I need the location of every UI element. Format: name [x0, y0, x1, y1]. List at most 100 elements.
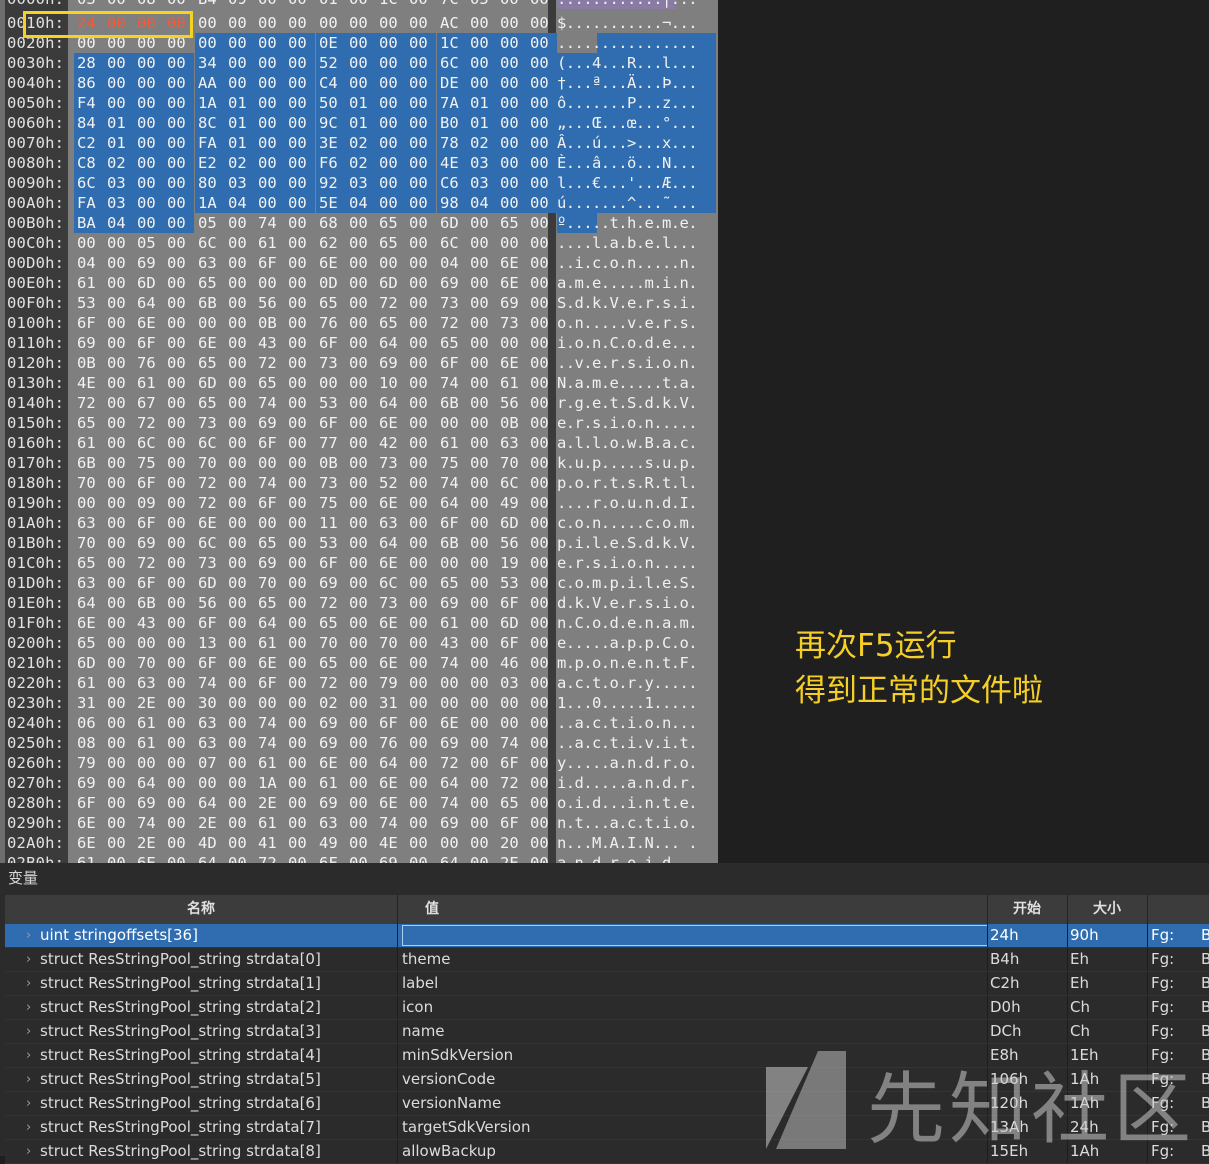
- hex-byte[interactable]: 00: [164, 833, 194, 853]
- hex-byte[interactable]: 00: [104, 273, 134, 293]
- hex-byte[interactable]: 69: [134, 253, 164, 273]
- hex-byte[interactable]: 00: [437, 693, 467, 713]
- hex-byte[interactable]: 6F: [255, 253, 285, 273]
- hex-byte[interactable]: 00: [406, 713, 436, 733]
- hex-byte[interactable]: 04: [104, 213, 134, 233]
- hex-byte[interactable]: 6F: [497, 813, 527, 833]
- hex-byte[interactable]: 61: [437, 613, 467, 633]
- hex-byte[interactable]: F4: [74, 93, 104, 113]
- hex-byte[interactable]: 00: [285, 813, 315, 833]
- hex-byte[interactable]: 00: [225, 53, 255, 73]
- hex-byte[interactable]: 00: [406, 73, 436, 93]
- hex-byte[interactable]: 68: [316, 213, 346, 233]
- hex-byte[interactable]: 00: [527, 353, 557, 373]
- hex-byte[interactable]: 6B: [437, 393, 467, 413]
- hex-byte[interactable]: 56: [195, 593, 225, 613]
- hex-byte[interactable]: 74: [134, 813, 164, 833]
- hex-byte[interactable]: 00: [406, 833, 436, 853]
- hex-byte[interactable]: 69: [255, 553, 285, 573]
- hex-byte[interactable]: 74: [255, 213, 285, 233]
- hex-byte[interactable]: 00: [104, 753, 134, 773]
- hex-byte[interactable]: 00: [346, 293, 376, 313]
- hex-byte[interactable]: 6E: [497, 353, 527, 373]
- hex-row-text[interactable]: º.....t.h.e.m.e.: [557, 213, 698, 233]
- hex-byte[interactable]: 00: [104, 313, 134, 333]
- hex-byte[interactable]: 00: [527, 313, 557, 333]
- hex-byte[interactable]: 00: [497, 333, 527, 353]
- hex-row-text[interactable]: n.C.o.d.e.n.a.m.: [557, 613, 698, 633]
- hex-byte[interactable]: 00: [497, 713, 527, 733]
- hex-byte[interactable]: 65: [316, 653, 346, 673]
- hex-byte[interactable]: 00: [346, 253, 376, 273]
- hex-row-text[interactable]: N.a.m.e.....t.a.: [557, 373, 698, 393]
- hex-row-text[interactable]: p.o.r.t.s.R.t.l.: [557, 473, 698, 493]
- hex-byte[interactable]: 6F: [195, 653, 225, 673]
- hex-byte[interactable]: 2E: [134, 833, 164, 853]
- hex-byte[interactable]: 72: [255, 853, 285, 863]
- hex-row[interactable]: 0120h: 0B 00 76 00 65 00 72 00 73 00 69 00 6F 00 6E 00..…: [0, 353, 718, 373]
- hex-byte[interactable]: 00: [527, 473, 557, 493]
- hex-byte[interactable]: 00: [467, 73, 497, 93]
- hex-byte[interactable]: B0: [437, 113, 467, 133]
- hex-byte[interactable]: 00: [406, 653, 436, 673]
- hex-byte[interactable]: 00: [467, 433, 497, 453]
- hex-byte[interactable]: 00: [164, 513, 194, 533]
- hex-byte[interactable]: 00: [467, 533, 497, 553]
- hex-byte[interactable]: 74: [497, 733, 527, 753]
- hex-byte[interactable]: 00: [255, 693, 285, 713]
- hex-byte[interactable]: 6C: [497, 473, 527, 493]
- hex-byte[interactable]: 11: [316, 513, 346, 533]
- hex-byte[interactable]: 00: [104, 713, 134, 733]
- hex-byte[interactable]: 00: [164, 233, 194, 253]
- hex-byte[interactable]: 00: [376, 253, 406, 273]
- hex-byte[interactable]: 00: [285, 673, 315, 693]
- hex-byte[interactable]: 00: [527, 433, 557, 453]
- hex-byte[interactable]: 6C: [437, 233, 467, 253]
- hex-byte[interactable]: 00: [406, 513, 436, 533]
- hex-byte[interactable]: 01: [104, 113, 134, 133]
- hex-byte[interactable]: 02: [225, 153, 255, 173]
- hex-byte[interactable]: 6F: [255, 493, 285, 513]
- hex-byte[interactable]: 00: [164, 553, 194, 573]
- hex-row[interactable]: 0220h: 61 00 63 00 74 00 6F 00 72 00 79 00 00 00 03 00 a.…: [0, 673, 718, 693]
- hex-row-text[interactable]: È...â...ö...N...: [557, 153, 698, 173]
- hex-byte[interactable]: 1C: [376, 0, 406, 9]
- hex-row[interactable]: 0080h: C8 02 00 00 E2 02 00 00 F6 02 00 00 4E 03 00 00 È.…: [0, 153, 718, 173]
- hex-byte[interactable]: 69: [376, 853, 406, 863]
- hex-byte[interactable]: 0D: [316, 273, 346, 293]
- hex-byte[interactable]: 00: [285, 233, 315, 253]
- variable-value[interactable]: allowBackup: [402, 1140, 982, 1163]
- hex-byte[interactable]: 00: [467, 333, 497, 353]
- hex-byte[interactable]: 00: [346, 353, 376, 373]
- hex-byte[interactable]: 01: [467, 93, 497, 113]
- hex-byte[interactable]: 13: [195, 633, 225, 653]
- hex-byte[interactable]: 00: [285, 113, 315, 133]
- hex-row[interactable]: 0100h: 6F 00 6E 00 00 00 0B 00 76 00 65 00 72 00 73 00 o.…: [0, 313, 718, 333]
- hex-byte[interactable]: 01: [225, 133, 255, 153]
- hex-byte[interactable]: 00: [406, 273, 436, 293]
- hex-byte[interactable]: BA: [74, 213, 104, 233]
- hex-byte[interactable]: 00: [527, 253, 557, 273]
- hex-byte[interactable]: 00: [376, 53, 406, 73]
- hex-byte[interactable]: 74: [437, 653, 467, 673]
- hex-byte[interactable]: 9C: [316, 113, 346, 133]
- hex-byte[interactable]: 70: [74, 473, 104, 493]
- hex-byte[interactable]: 6B: [195, 293, 225, 313]
- hex-row-text[interactable]: (...4...R...l...: [557, 53, 698, 73]
- hex-byte[interactable]: 00: [376, 153, 406, 173]
- hex-byte[interactable]: 72: [195, 493, 225, 513]
- hex-byte[interactable]: 00: [285, 173, 315, 193]
- hex-byte[interactable]: 6E: [376, 653, 406, 673]
- hex-byte[interactable]: 65: [437, 333, 467, 353]
- hex-byte[interactable]: 00: [285, 333, 315, 353]
- hex-byte[interactable]: 76: [316, 313, 346, 333]
- hex-row[interactable]: 0170h: 6B 00 75 00 70 00 00 00 0B 00 73 00 75 00 70 00 k.…: [0, 453, 718, 473]
- hex-byte[interactable]: 6E: [74, 833, 104, 853]
- hex-byte[interactable]: 3E: [316, 133, 346, 153]
- hex-byte[interactable]: 04: [437, 253, 467, 273]
- hex-byte[interactable]: 03: [346, 173, 376, 193]
- hex-byte[interactable]: 00: [285, 213, 315, 233]
- hex-byte[interactable]: 03: [104, 193, 134, 213]
- hex-byte[interactable]: 65: [497, 793, 527, 813]
- hex-row[interactable]: 0030h: 28 00 00 00 34 00 00 00 52 00 00 00 6C 00 00 00 (.…: [0, 53, 718, 73]
